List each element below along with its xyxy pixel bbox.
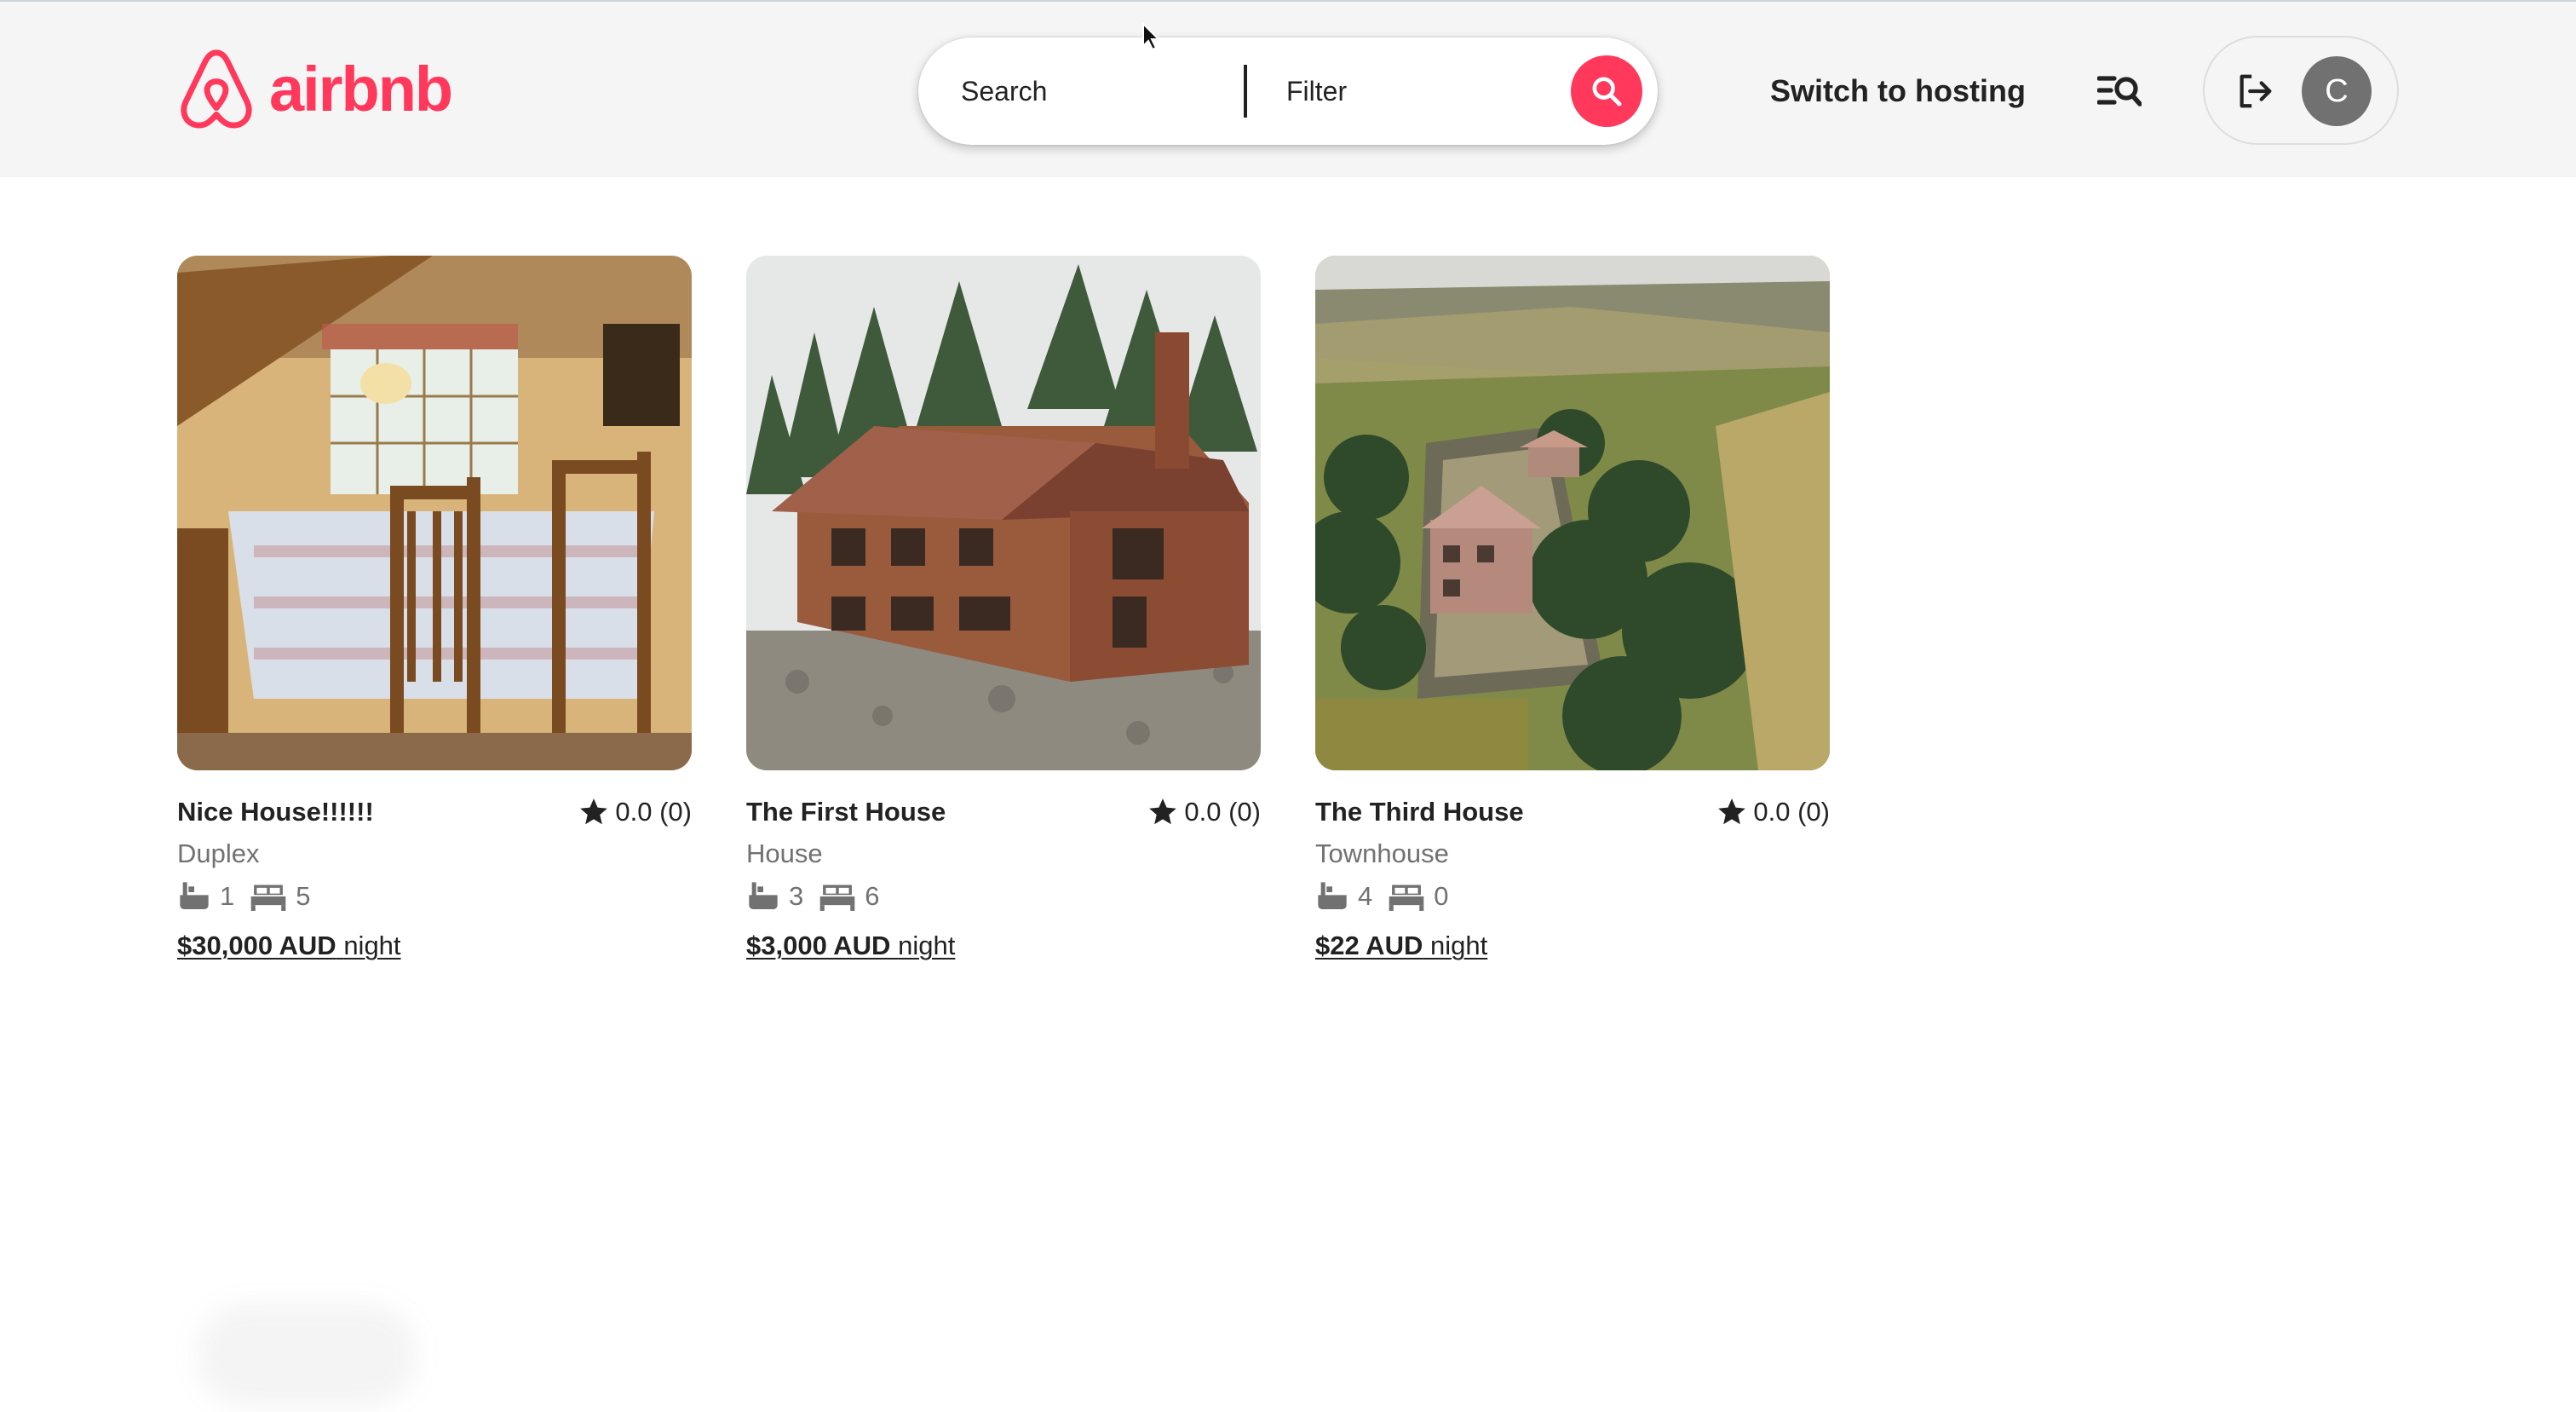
bathtub-icon xyxy=(749,882,778,909)
star-icon xyxy=(1149,798,1177,825)
blurred-toast xyxy=(196,1304,417,1406)
brick-house-photo xyxy=(746,256,1261,770)
bathtub-icon xyxy=(180,882,209,909)
listing-price[interactable]: $30,000 AUD night xyxy=(177,931,401,961)
listing-photo[interactable] xyxy=(746,256,1261,770)
star-icon xyxy=(1718,798,1746,825)
listing-price[interactable]: $3,000 AUD night xyxy=(746,931,955,961)
listing-amenities: 3 6 xyxy=(746,878,880,915)
mouse-cursor-icon xyxy=(1142,22,1160,51)
top-header: airbnb Search Filter Switch to hosting C xyxy=(0,0,2576,177)
price-amount: $30,000 AUD xyxy=(177,931,336,960)
search-icon xyxy=(1592,77,1622,107)
airbnb-logo[interactable]: airbnb xyxy=(177,46,453,133)
rating-value: 0.0 (0) xyxy=(1753,797,1830,827)
bathtub-icon xyxy=(1318,882,1347,909)
listing-card[interactable]: The First House 0.0 (0) House 3 6 $3,000… xyxy=(746,256,1261,960)
bed-count: 6 xyxy=(865,881,880,911)
star-icon xyxy=(580,798,608,825)
listing-amenities: 1 5 xyxy=(177,878,311,915)
logout-icon[interactable] xyxy=(2235,72,2274,111)
bathroom-count: 1 xyxy=(220,881,235,911)
listing-price[interactable]: $22 AUD night xyxy=(1315,931,1487,961)
user-menu[interactable]: C xyxy=(2203,36,2399,145)
rating-value: 0.0 (0) xyxy=(1184,797,1261,827)
bathroom-count: 3 xyxy=(789,881,804,911)
price-amount: $3,000 AUD xyxy=(746,931,891,960)
dining-room-photo xyxy=(177,256,692,770)
bed-count: 0 xyxy=(1434,881,1449,911)
switch-to-hosting-button[interactable]: Switch to hosting xyxy=(1770,65,2026,118)
bed-count: 5 xyxy=(296,881,311,911)
listing-photo[interactable] xyxy=(177,256,692,770)
listing-type: Duplex xyxy=(177,839,260,868)
bathroom-count: 4 xyxy=(1358,881,1373,911)
listing-title[interactable]: The Third House xyxy=(1315,797,1524,827)
avatar[interactable]: C xyxy=(2302,56,2372,126)
listing-photo[interactable] xyxy=(1315,256,1830,770)
listing-type: Townhouse xyxy=(1315,839,1449,868)
listing-rating: 0.0 (0) xyxy=(1147,796,1261,828)
price-unit: night xyxy=(1429,931,1488,960)
listing-title[interactable]: The First House xyxy=(746,797,946,827)
price-unit: night xyxy=(343,931,401,960)
search-bar[interactable]: Search Filter xyxy=(918,37,1658,145)
listing-amenities: 4 0 xyxy=(1315,878,1449,915)
listing-rating: 0.0 (0) xyxy=(578,796,692,828)
bed-icon xyxy=(819,885,855,911)
rating-value: 0.0 (0) xyxy=(615,797,692,827)
listing-type: House xyxy=(746,839,823,868)
bed-icon xyxy=(250,885,286,911)
listing-title[interactable]: Nice House!!!!!! xyxy=(177,797,374,827)
search-button[interactable] xyxy=(1571,55,1642,127)
filter-input[interactable]: Filter xyxy=(1286,37,1347,145)
list-search-icon[interactable] xyxy=(2097,72,2142,111)
listing-card[interactable]: Nice House!!!!!! 0.0 (0) Duplex 1 5 $30,… xyxy=(177,256,692,960)
bed-icon xyxy=(1389,885,1424,911)
listing-rating: 0.0 (0) xyxy=(1716,796,1830,828)
search-divider xyxy=(1244,65,1247,118)
hillside-aerial-photo xyxy=(1315,256,1830,770)
airbnb-logo-icon xyxy=(181,49,252,129)
price-amount: $22 AUD xyxy=(1315,931,1423,960)
price-unit: night xyxy=(898,931,956,960)
brand-name: airbnb xyxy=(269,54,453,124)
search-input[interactable]: Search xyxy=(961,37,1047,145)
listing-card[interactable]: The Third House 0.0 (0) Townhouse 4 0 $2… xyxy=(1315,256,1830,960)
